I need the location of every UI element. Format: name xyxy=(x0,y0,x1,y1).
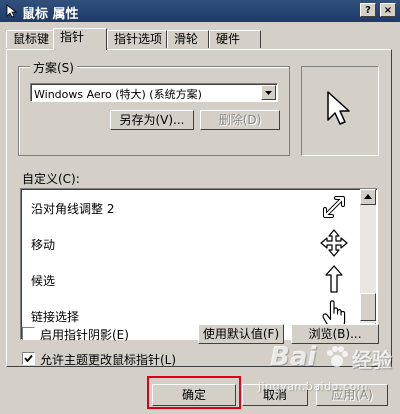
chevron-down-icon xyxy=(265,91,272,95)
list-scrollbar[interactable] xyxy=(360,189,376,339)
scheme-selected-value: Windows Aero (特大) (系统方案) xyxy=(34,88,202,101)
dropdown-arrow-button[interactable] xyxy=(261,85,276,100)
checkmark-icon xyxy=(24,354,33,363)
theme-pointer-checkbox[interactable] xyxy=(22,352,35,365)
arrow-pointer-icon xyxy=(327,91,350,125)
list-item-label: 沿对角线调整 2 xyxy=(31,202,115,216)
list-item-diagonal-resize-2[interactable]: 沿对角线调整 2 xyxy=(21,190,361,226)
shadow-checkbox[interactable] xyxy=(22,327,35,340)
ok-button-highlight-frame xyxy=(147,376,241,409)
window-title: 鼠标 属性 xyxy=(22,7,79,22)
mouse-pointer-app-icon xyxy=(6,4,18,18)
tab-pointers[interactable]: 指针 xyxy=(53,28,107,50)
pointer-list[interactable]: 沿对角线调整 2 移动 候选 链接选择 xyxy=(20,188,378,340)
list-item-label: 链接选择 xyxy=(31,310,80,324)
scheme-dropdown[interactable]: Windows Aero (特大) (系统方案) xyxy=(30,83,278,102)
up-arrow-icon xyxy=(325,265,343,293)
close-button[interactable]: × xyxy=(380,3,396,17)
title-bar[interactable]: 鼠标 属性 ? × xyxy=(0,0,400,22)
customize-label: 自定义(C): xyxy=(22,172,80,186)
tab-wheel[interactable]: 滑轮 xyxy=(167,30,209,48)
diagonal-resize-icon xyxy=(323,196,345,218)
scheme-label: 方案(S) xyxy=(30,59,77,76)
paw-logo-icon xyxy=(327,346,348,367)
list-item-label: 移动 xyxy=(31,238,56,252)
help-button[interactable]: ? xyxy=(360,3,376,17)
tab-pointer-options[interactable]: 指针选项 xyxy=(107,30,167,48)
theme-pointer-checkbox-label: 允许主题更改鼠标指针(L) xyxy=(40,353,177,367)
delete-scheme-button[interactable]: 删除(D) xyxy=(200,110,280,130)
watermark-brand: Bai xyxy=(270,342,317,372)
baidu-jingyan-watermark: Bai 经验 jingyan.baidu.com xyxy=(252,338,400,410)
move-icon xyxy=(320,229,348,257)
list-item-label: 候选 xyxy=(31,274,56,288)
list-item-move[interactable]: 移动 xyxy=(21,226,361,262)
scroll-up-button[interactable] xyxy=(360,189,376,205)
watermark-brand-suffix: 经验 xyxy=(352,348,392,372)
scroll-thumb[interactable] xyxy=(360,293,376,321)
tab-hardware[interactable]: 硬件 xyxy=(209,30,261,48)
tab-mouse-buttons[interactable]: 鼠标键 xyxy=(6,30,54,48)
chevron-up-icon xyxy=(364,194,372,199)
pointer-preview-box xyxy=(301,66,379,156)
save-as-button[interactable]: 另存为(V)... xyxy=(110,110,194,130)
shadow-checkbox-label: 启用指针阴影(E) xyxy=(40,328,129,342)
watermark-url: jingyan.baidu.com xyxy=(258,380,369,393)
list-item-alternate-select[interactable]: 候选 xyxy=(21,262,361,298)
